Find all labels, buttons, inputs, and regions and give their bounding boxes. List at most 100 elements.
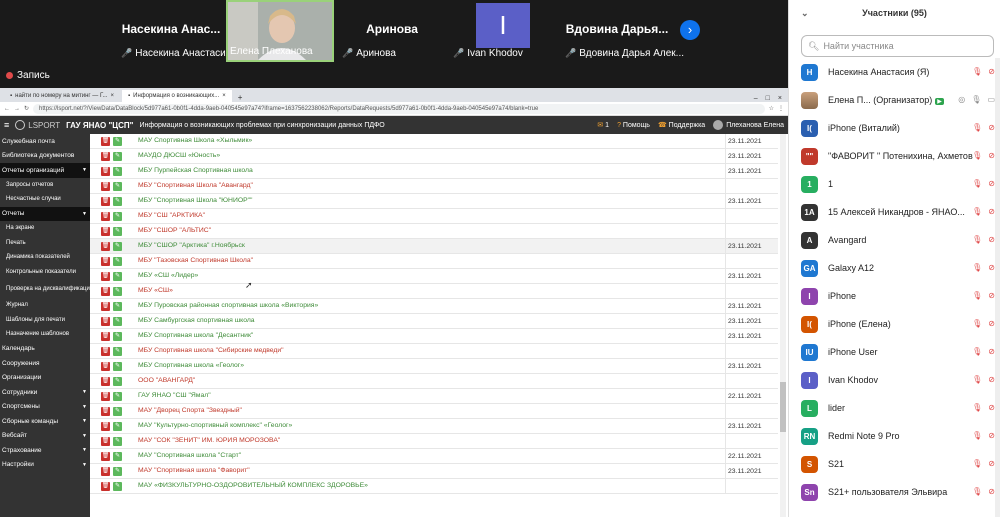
delete-icon[interactable]: 🗑︎ (101, 197, 110, 206)
sidebar-item[interactable]: Шаблоны для печати (0, 313, 90, 328)
delete-icon[interactable]: 🗑︎ (101, 452, 110, 461)
organization-cell[interactable]: МБУ Пуровская районная спортивная школа … (138, 302, 318, 309)
delete-icon[interactable]: 🗑︎ (101, 182, 110, 191)
edit-icon[interactable]: ✎ (113, 452, 122, 461)
sidebar-item[interactable]: Настройки ▼ (0, 458, 90, 473)
delete-icon[interactable]: 🗑︎ (101, 137, 110, 146)
organization-cell[interactable]: МБУ «СШ» (138, 287, 173, 294)
sidebar-item[interactable]: Календарь (0, 342, 90, 357)
participant-row[interactable]: S S21 🎙︎ ⊘ (789, 450, 1000, 478)
sidebar-item[interactable]: Сооружения (0, 356, 90, 371)
forward-icon[interactable]: → (14, 106, 20, 112)
scrollbar[interactable] (995, 58, 1000, 517)
organization-cell[interactable]: МБУ "СШОР "Арктика" г.Ноябрьск (138, 242, 245, 249)
app-logo[interactable]: LSPORT (15, 120, 60, 130)
sidebar-item[interactable]: Динамика показателей (0, 250, 90, 265)
edit-icon[interactable]: ✎ (113, 167, 122, 176)
user-menu[interactable]: Плеханова Елена (713, 120, 784, 130)
minimize-icon[interactable]: – (754, 95, 758, 102)
menu-icon[interactable]: ⋮ (778, 105, 784, 112)
delete-icon[interactable]: 🗑︎ (101, 167, 110, 176)
delete-icon[interactable]: 🗑︎ (101, 467, 110, 476)
browser-tab-active[interactable]: ▪ Информация о возникающих... × (121, 90, 232, 102)
edit-icon[interactable]: ✎ (113, 392, 122, 401)
video-tile[interactable]: Насекина Анас... 🎤 Насекина Анастасия (117, 0, 231, 62)
organization-cell[interactable]: МБУ Спортивная школа "Десантник" (138, 332, 253, 339)
sidebar-item[interactable]: На экране (0, 221, 90, 236)
sidebar-item[interactable]: Запросы отчетов (0, 178, 90, 193)
organization-cell[interactable]: МАУ "Дворец Спорта "Звездный" (138, 407, 242, 414)
organization-cell[interactable]: ООО "АВАНГАРД" (138, 377, 195, 384)
sidebar-item[interactable]: Проверка на дисквалификацию (0, 279, 94, 298)
sidebar-item[interactable]: Служебная почта (0, 134, 90, 149)
edit-icon[interactable]: ✎ (113, 197, 122, 206)
sidebar-item[interactable]: Библиотека документов (0, 149, 90, 164)
edit-icon[interactable]: ✎ (113, 272, 122, 281)
organization-cell[interactable]: МАУ "СОК "ЗЕНИТ" ИМ. ЮРИЯ МОРОЗОВА" (138, 437, 280, 444)
delete-icon[interactable]: 🗑︎ (101, 392, 110, 401)
sidebar-item[interactable]: Отчеты ▼ (0, 206, 90, 221)
participant-row[interactable]: IU iPhone User 🎙︎ ⊘ (789, 338, 1000, 366)
organization-cell[interactable]: МБУ "Спортивная Школа "ЮНИОР"" (138, 197, 252, 204)
organization-cell[interactable]: МАУДО ДЮСШ «Юность» (138, 152, 220, 159)
delete-icon[interactable]: 🗑︎ (101, 242, 110, 251)
sidebar-item[interactable]: Сборные команды ▼ (0, 414, 90, 429)
help-link[interactable]: ? Помощь (617, 122, 650, 129)
scrollbar-thumb[interactable] (780, 382, 786, 432)
participant-row[interactable]: Елена П... (Организатор) ▶ ◎ 🎙︎ ▭ (789, 86, 1000, 114)
browser-tab[interactable]: ▪ найти по номеру на митинг — Г... × (4, 90, 120, 102)
organization-cell[interactable]: МБУ "СШОР "АЛЬТИС" (138, 227, 211, 234)
participant-row[interactable]: RN Redmi Note 9 Pro 🎙︎ ⊘ (789, 422, 1000, 450)
close-icon[interactable]: × (110, 93, 114, 99)
sidebar-item[interactable]: Журнал (0, 298, 90, 313)
new-tab-icon[interactable]: + (234, 93, 247, 102)
organization-cell[interactable]: МБУ «СШ «Лидер» (138, 272, 198, 279)
edit-icon[interactable]: ✎ (113, 137, 122, 146)
sidebar-item[interactable]: Несчастные случаи (0, 192, 90, 207)
participant-row[interactable]: Sn S21+ пользователя Эльвира 🎙︎ ⊘ (789, 478, 1000, 506)
organization-cell[interactable]: ГАУ ЯНАО "СШ "Ямал" (138, 392, 211, 399)
scrollbar[interactable] (780, 134, 786, 517)
organization-cell[interactable]: МБУ "Тазовская Спортивная Школа" (138, 257, 253, 264)
edit-icon[interactable]: ✎ (113, 422, 122, 431)
sidebar-item[interactable]: Назначение шаблонов (0, 327, 90, 342)
delete-icon[interactable]: 🗑︎ (101, 347, 110, 356)
edit-icon[interactable]: ✎ (113, 482, 122, 491)
organization-cell[interactable]: МАУ Спортивная Школа «Хыльмик» (138, 137, 252, 144)
participant-row[interactable]: 1 1 🎙︎ ⊘ (789, 170, 1000, 198)
sidebar-item[interactable]: Сотрудники ▼ (0, 385, 90, 400)
video-tile[interactable]: Аринова 🎤 Аринова (338, 0, 446, 62)
participant-row[interactable]: 1А 15 Алексей Никандров - ЯНАО... 🎙︎ ⊘ (789, 198, 1000, 226)
edit-icon[interactable]: ✎ (113, 437, 122, 446)
sidebar-item[interactable]: Организации (0, 371, 90, 386)
organization-cell[interactable]: МБУ "СШ "АРКТИКА" (138, 212, 205, 219)
edit-icon[interactable]: ✎ (113, 242, 122, 251)
sidebar-item[interactable]: Печать (0, 236, 90, 251)
participant-row[interactable]: Н Насекина Анастасия (Я) 🎙︎ ⊘ (789, 58, 1000, 86)
reload-icon[interactable]: ↻ (24, 105, 29, 112)
edit-icon[interactable]: ✎ (113, 227, 122, 236)
video-tile[interactable]: I 🎤 Ivan Khodov (449, 0, 557, 62)
close-icon[interactable]: × (222, 93, 226, 99)
delete-icon[interactable]: 🗑︎ (101, 212, 110, 221)
delete-icon[interactable]: 🗑︎ (101, 332, 110, 341)
organization-name[interactable]: ГАУ ЯНАО "ЦСП" (66, 121, 133, 130)
delete-icon[interactable]: 🗑︎ (101, 437, 110, 446)
participant-row[interactable]: I(iPhone (Елена) 🎙︎ ⊘ (789, 310, 1000, 338)
organization-cell[interactable]: МАУ "Спортивная школа "Фаворит" (138, 467, 250, 474)
close-window-icon[interactable]: × (778, 95, 782, 102)
organization-cell[interactable]: МБУ "Спортивная Школа "Авангард" (138, 182, 253, 189)
delete-icon[interactable]: 🗑︎ (101, 362, 110, 371)
back-icon[interactable]: ← (4, 106, 10, 112)
delete-icon[interactable]: 🗑︎ (101, 407, 110, 416)
star-icon[interactable]: ☆ (769, 105, 774, 112)
participant-row[interactable]: A Avangard 🎙︎ ⊘ (789, 226, 1000, 254)
edit-icon[interactable]: ✎ (113, 257, 122, 266)
organization-cell[interactable]: МБУ Спортивная школа «Геолог» (138, 362, 244, 369)
recording-indicator[interactable]: Запись (0, 62, 788, 88)
edit-icon[interactable]: ✎ (113, 152, 122, 161)
organization-cell[interactable]: МБУ Спортивная школа "Сибирские медведи" (138, 347, 284, 354)
organization-cell[interactable]: МАУ «ФИЗКУЛЬТУРНО-ОЗДОРОВИТЕЛЬНЫЙ КОМПЛЕ… (138, 482, 368, 489)
delete-icon[interactable]: 🗑︎ (101, 317, 110, 326)
chevron-down-icon[interactable]: ⌄ (801, 8, 809, 19)
